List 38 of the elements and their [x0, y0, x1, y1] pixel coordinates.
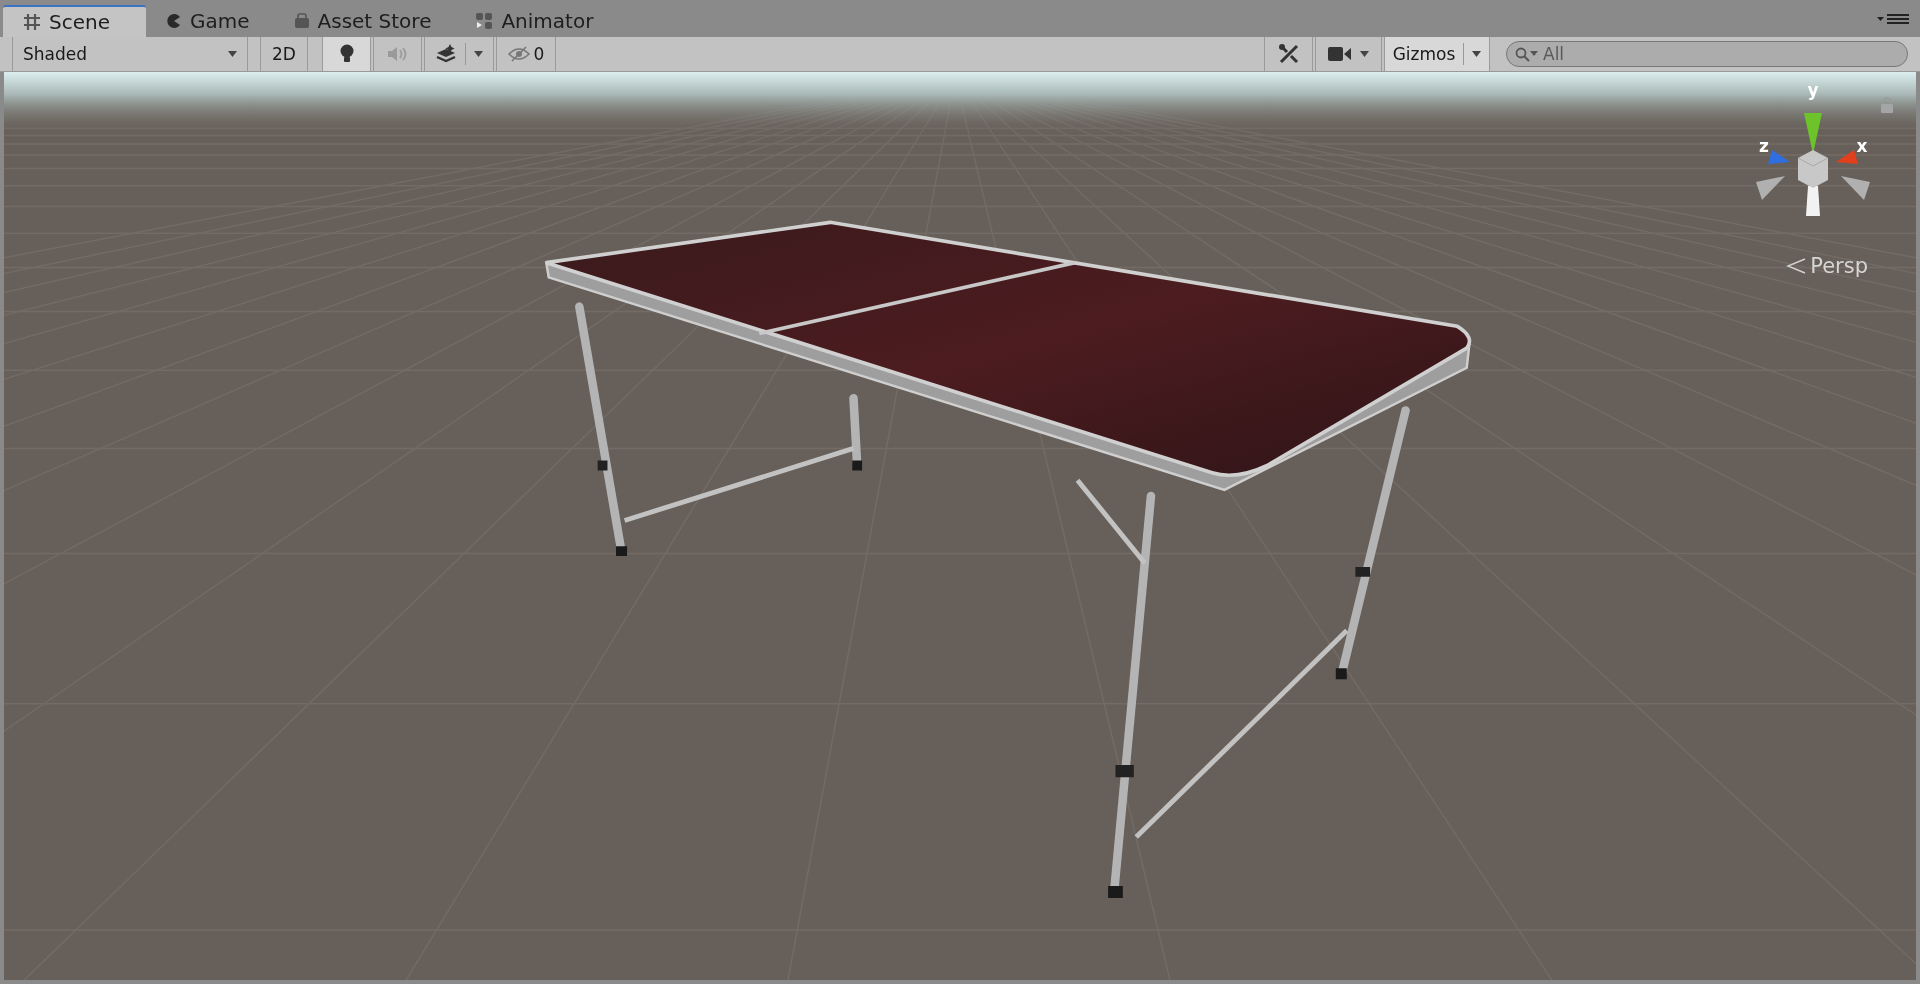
search-icon	[1515, 47, 1539, 63]
tools-icon	[1277, 43, 1300, 65]
axis-label: y	[1807, 82, 1819, 100]
2d-toggle[interactable]: 2D	[260, 37, 308, 71]
effects-toggle[interactable]	[424, 37, 494, 71]
axis-label: z	[1759, 136, 1769, 156]
menu-icon[interactable]	[1876, 11, 1910, 26]
tools-button[interactable]	[1264, 37, 1313, 71]
layers-icon	[435, 44, 457, 64]
bag-icon	[293, 13, 310, 29]
caret-icon	[474, 51, 483, 57]
speaker-icon	[386, 46, 409, 62]
scene-viewport[interactable]: y z x Persp	[4, 72, 1916, 980]
audio-toggle[interactable]	[373, 37, 422, 71]
lighting-toggle[interactable]	[322, 37, 371, 71]
lightbulb-icon	[338, 44, 355, 64]
caret-icon	[228, 51, 237, 57]
camera-icon	[1328, 46, 1352, 62]
caret-icon	[1360, 51, 1369, 57]
folding-table-drawing[interactable]	[544, 220, 1472, 899]
camera-dropdown[interactable]	[1315, 37, 1382, 71]
draw-mode-dropdown[interactable]: Shaded	[12, 37, 248, 71]
hidden-eye-icon	[507, 46, 530, 62]
tab[interactable]: Scene	[3, 5, 146, 37]
perspective-icon	[1786, 257, 1807, 275]
axis-gizmo-drawing[interactable]	[1756, 113, 1870, 216]
grid-icon	[23, 13, 41, 31]
tab[interactable]: Asset Store	[273, 5, 456, 37]
gizmos-dropdown[interactable]: Gizmos	[1384, 37, 1490, 71]
nodes-icon	[475, 12, 494, 30]
search-field[interactable]: All	[1506, 41, 1908, 67]
pacman-icon	[166, 13, 182, 29]
axis-label: x	[1856, 136, 1868, 156]
tab[interactable]: Animator	[455, 5, 618, 37]
tab[interactable]: Game	[146, 5, 274, 37]
hidden-objects-toggle[interactable]: 0	[496, 37, 556, 71]
projection-toggle[interactable]: Persp	[1786, 254, 1868, 278]
caret-icon	[1472, 51, 1482, 57]
